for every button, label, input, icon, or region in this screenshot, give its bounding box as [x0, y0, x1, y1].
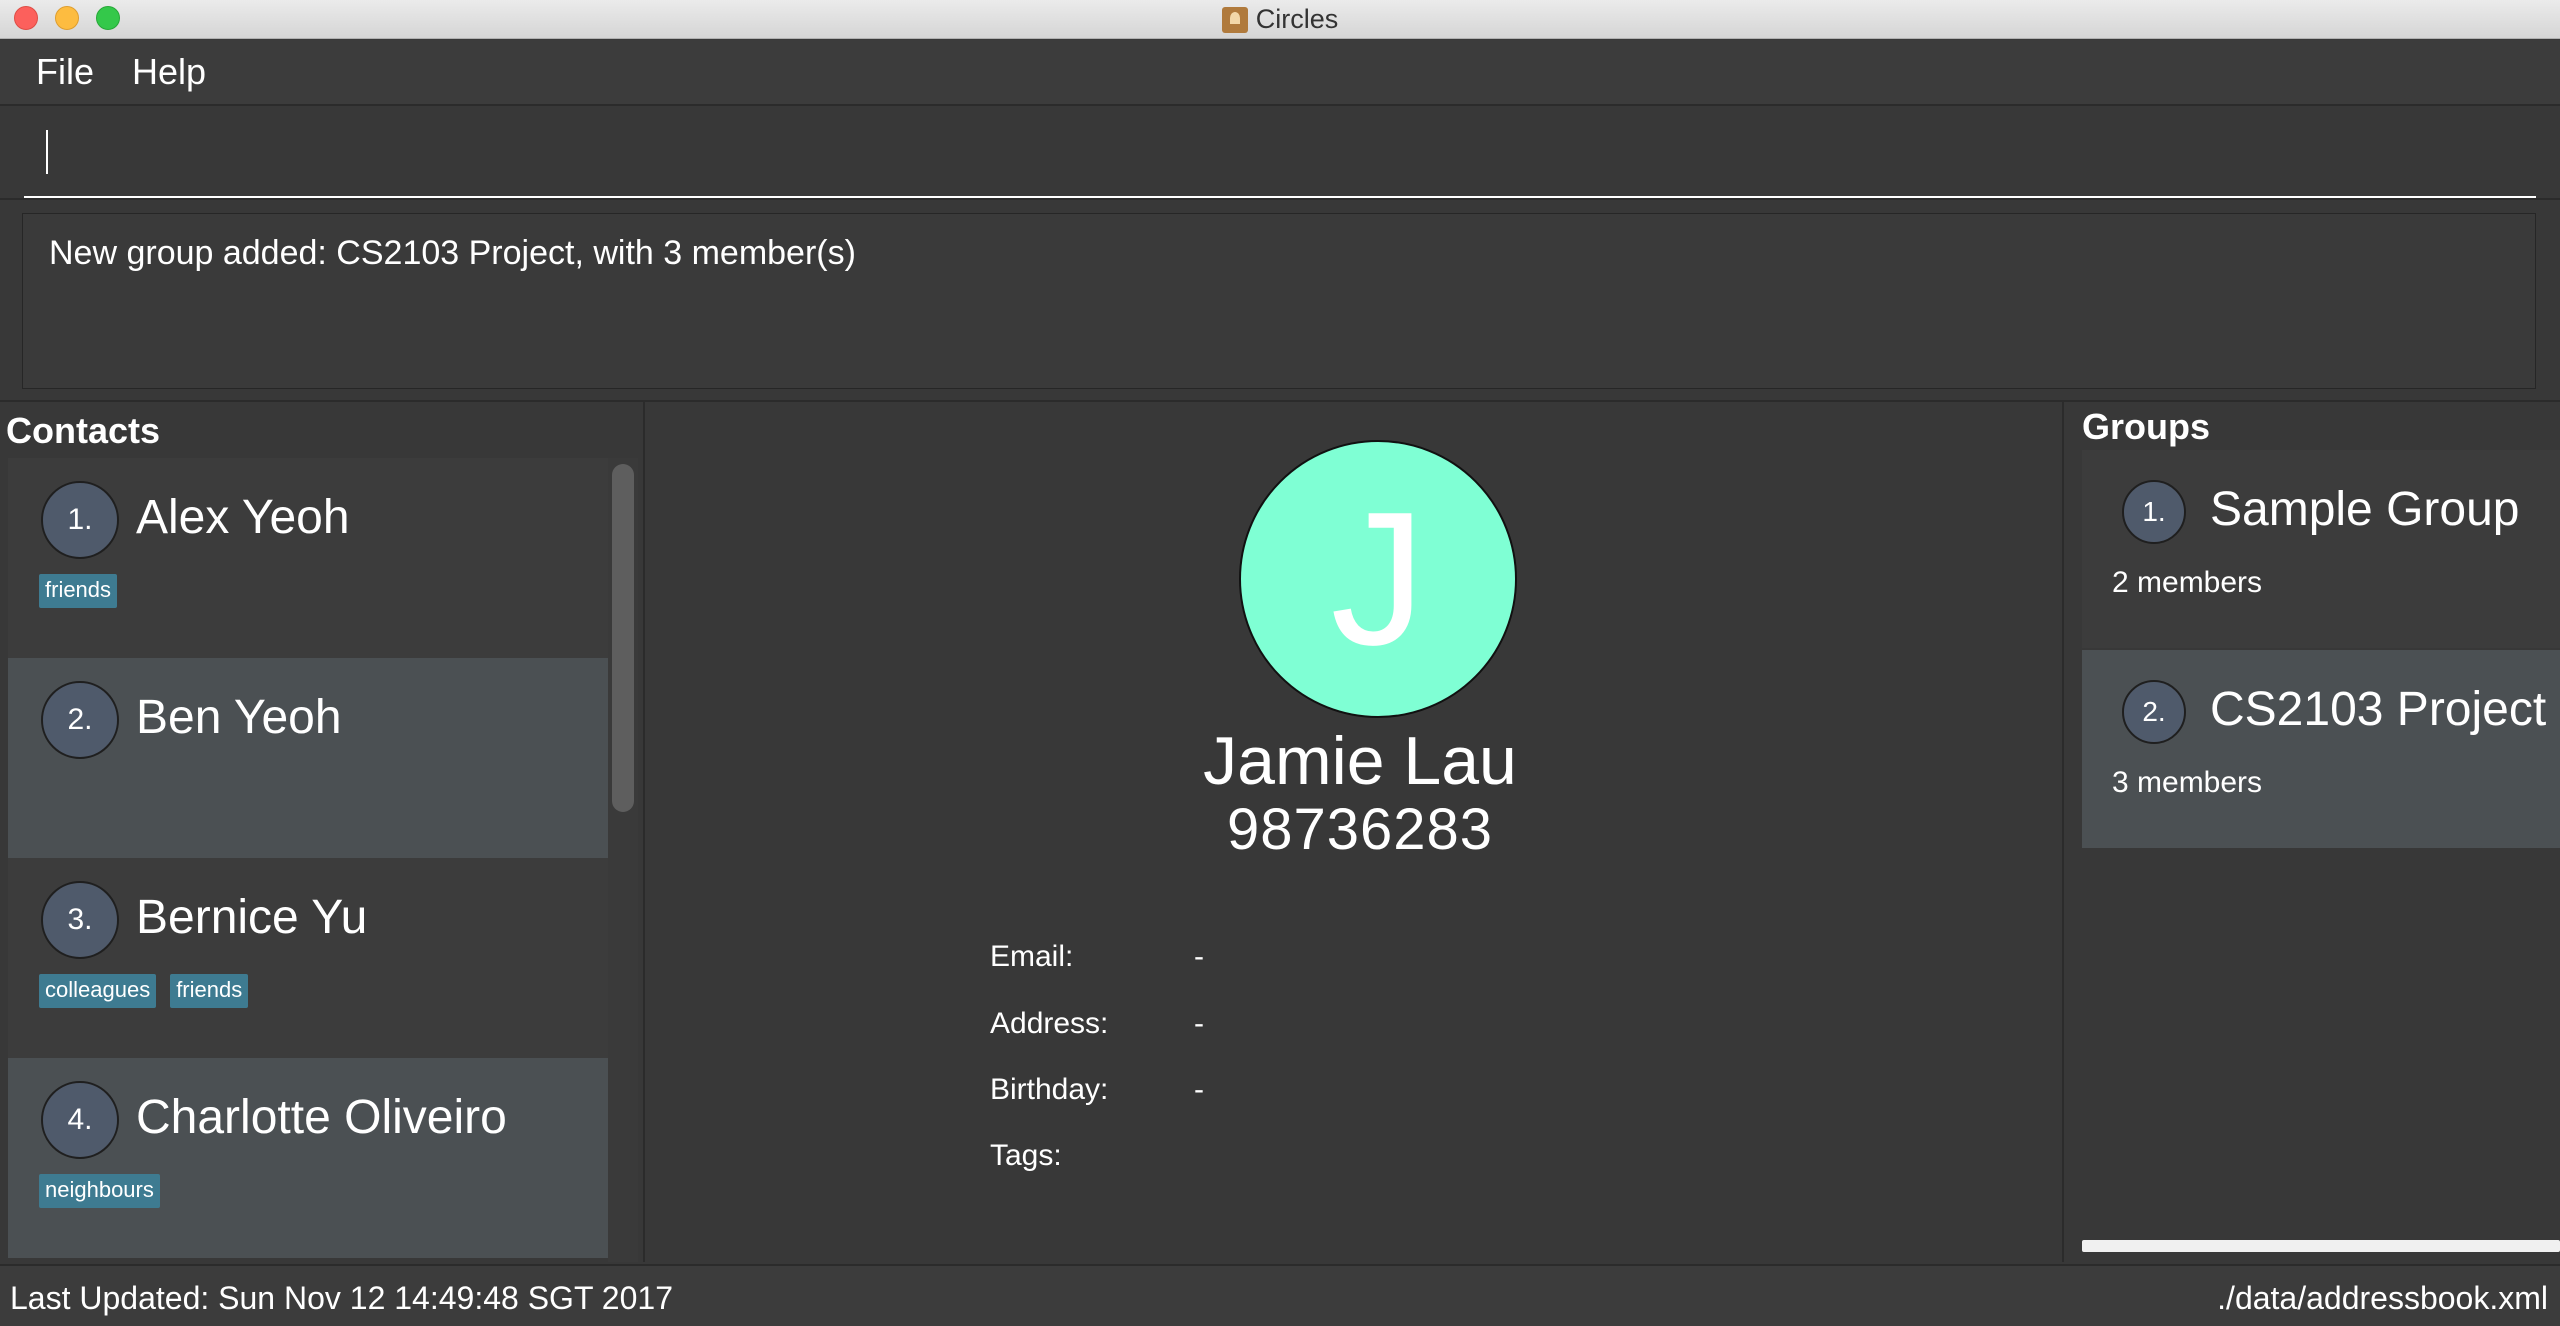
- contact-card[interactable]: 2. Ben Yeoh: [8, 658, 608, 858]
- contact-index: 3.: [41, 881, 119, 959]
- birthday-value: -: [1194, 1073, 1204, 1106]
- group-index: 2.: [2122, 680, 2186, 744]
- menu-help[interactable]: Help: [132, 51, 206, 93]
- tag: colleagues: [39, 974, 157, 1008]
- command-box: [0, 108, 2560, 200]
- contact-tags: neighbours: [39, 1174, 160, 1208]
- contact-name: Bernice Yu: [136, 891, 368, 944]
- title-bar: Circles: [0, 0, 2560, 39]
- group-members: 3 members: [2112, 766, 2263, 799]
- contact-index: 2.: [41, 681, 119, 759]
- contact-name: Charlotte Oliveiro: [136, 1091, 507, 1144]
- group-members: 2 members: [2112, 566, 2263, 599]
- contact-name: Alex Yeoh: [136, 491, 350, 544]
- contact-index: 4.: [41, 1081, 119, 1159]
- person-name: Jamie Lau: [1203, 723, 1517, 799]
- group-name: Sample Group: [2210, 483, 2520, 536]
- status-bar: Last Updated: Sun Nov 12 14:49:48 SGT 20…: [0, 1264, 2560, 1326]
- contacts-title: Contacts: [6, 410, 161, 451]
- address-label: Address:: [990, 1007, 1109, 1040]
- menu-file[interactable]: File: [36, 51, 94, 93]
- groups-title: Groups: [2082, 406, 2211, 447]
- tag: friends: [39, 574, 118, 608]
- result-message: New group added: CS2103 Project, with 3 …: [49, 234, 856, 272]
- group-card[interactable]: 1. Sample Group 2 members: [2082, 450, 2560, 648]
- text-caret: [46, 130, 48, 174]
- result-display: New group added: CS2103 Project, with 3 …: [22, 213, 2536, 389]
- groups-list[interactable]: 1. Sample Group 2 members 2. CS2103 Proj…: [2082, 450, 2560, 1250]
- address-value: -: [1194, 1007, 1204, 1040]
- birthday-label: Birthday:: [990, 1073, 1109, 1106]
- tag: neighbours: [39, 1174, 160, 1208]
- group-index: 1.: [2122, 480, 2186, 544]
- contact-index: 1.: [41, 481, 119, 559]
- group-name: CS2103 Project: [2210, 683, 2547, 736]
- email-label: Email:: [990, 940, 1074, 973]
- person-avatar: J: [1239, 440, 1517, 718]
- last-updated-status: Last Updated: Sun Nov 12 14:49:48 SGT 20…: [10, 1280, 673, 1316]
- window-title-wrap: Circles: [0, 0, 2560, 39]
- divider: [2062, 402, 2064, 1262]
- address-book-icon: [1221, 6, 1248, 33]
- contact-card[interactable]: 1. Alex Yeoh friends: [8, 458, 608, 658]
- contact-card[interactable]: 3. Bernice Yu colleagues friends: [8, 858, 608, 1058]
- divider: [643, 402, 645, 1262]
- tags-label: Tags:: [990, 1139, 1062, 1172]
- command-input[interactable]: [24, 128, 2536, 198]
- groups-horizontal-scrollbar[interactable]: [2082, 1240, 2560, 1252]
- contacts-list[interactable]: 1. Alex Yeoh friends 2. Ben Yeoh 3. Bern…: [8, 458, 608, 1262]
- email-value: -: [1194, 940, 1204, 973]
- window-title: Circles: [1255, 4, 1339, 34]
- contact-tags: colleagues friends: [39, 974, 249, 1008]
- group-card[interactable]: 2. CS2103 Project 3 members: [2082, 650, 2560, 848]
- contacts-scrollbar-thumb[interactable]: [612, 464, 634, 812]
- divider: [0, 400, 2560, 402]
- contact-tags: friends: [39, 574, 118, 608]
- person-phone: 98736283: [1226, 797, 1494, 862]
- contact-card[interactable]: 4. Charlotte Oliveiro neighbours: [8, 1058, 608, 1258]
- menu-bar: File Help: [0, 40, 2560, 106]
- tag: friends: [170, 974, 249, 1008]
- contact-name: Ben Yeoh: [136, 691, 342, 744]
- save-location-status: ./data/addressbook.xml: [2217, 1280, 2548, 1316]
